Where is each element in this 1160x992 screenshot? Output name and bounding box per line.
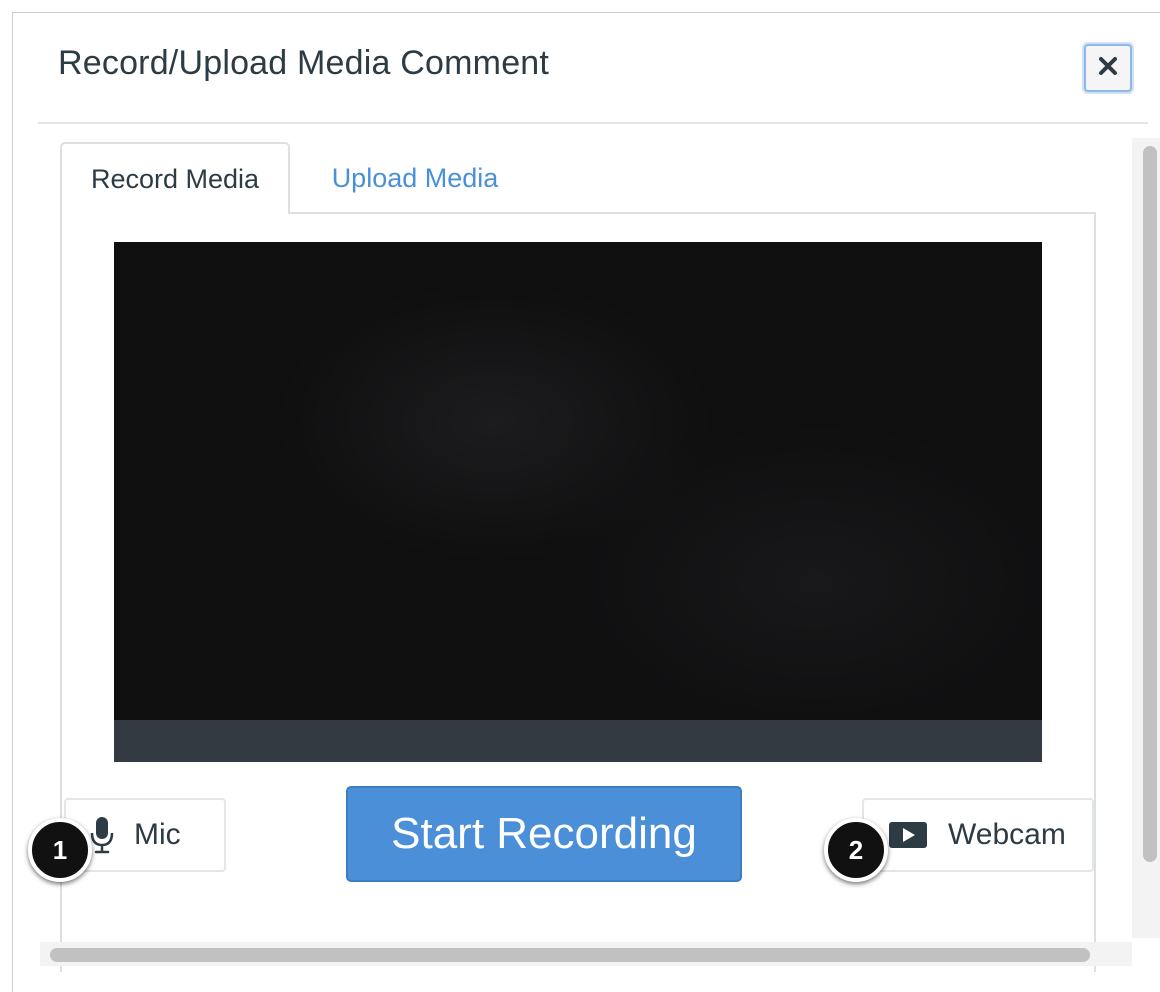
microphone-icon xyxy=(90,816,114,854)
webcam-button[interactable]: Webcam xyxy=(862,798,1094,872)
tab-upload-media[interactable]: Upload Media xyxy=(300,142,530,214)
tab-upload-media-label: Upload Media xyxy=(331,162,499,193)
video-preview xyxy=(114,242,1042,762)
tab-record-media-label: Record Media xyxy=(90,163,260,194)
close-icon xyxy=(1097,55,1119,82)
dialog-title: Record/Upload Media Comment xyxy=(58,44,550,82)
horizontal-scrollbar[interactable] xyxy=(50,948,1090,962)
webcam-icon xyxy=(888,820,928,850)
tab-record-media[interactable]: Record Media xyxy=(60,142,290,214)
start-recording-button[interactable]: Start Recording xyxy=(346,786,742,882)
webcam-label: Webcam xyxy=(948,818,1066,851)
title-divider xyxy=(38,122,1148,124)
callout-badge-2: 2 xyxy=(824,818,888,882)
mic-label: Mic xyxy=(134,818,181,851)
vertical-scrollbar[interactable] xyxy=(1143,146,1157,862)
callout-badge-1: 1 xyxy=(28,818,92,882)
video-control-bar xyxy=(114,720,1042,762)
start-recording-label: Start Recording xyxy=(391,809,697,858)
close-button[interactable] xyxy=(1084,44,1132,92)
